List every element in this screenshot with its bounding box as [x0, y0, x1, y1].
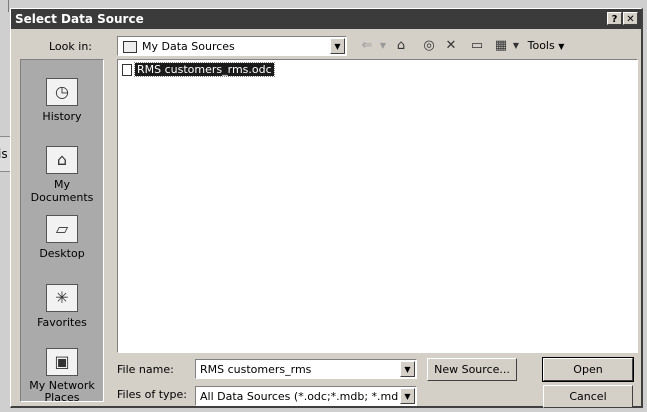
data-sources-folder-icon [123, 41, 137, 53]
background-divider [8, 0, 9, 12]
look-in-dropdown[interactable]: My Data Sources ▼ [117, 36, 347, 56]
place-label: My Documents [30, 178, 94, 204]
place-history[interactable]: ◷ History [21, 78, 103, 123]
file-name-value: RMS customers_rms [200, 363, 312, 376]
chevron-down-icon[interactable]: ▼ [330, 38, 345, 54]
select-data-source-dialog: Select Data Source ? ✕ Look in: My Data … [10, 8, 643, 408]
chevron-down-icon[interactable]: ▼ [400, 388, 415, 404]
places-bar: ◷ History ⌂ My Documents ▱ Desktop ✳ Fav… [20, 59, 104, 404]
tools-menu[interactable]: Tools ▼ [523, 37, 569, 55]
look-in-value: My Data Sources [142, 40, 235, 53]
place-label: Favorites [37, 316, 87, 329]
dialog-title: Select Data Source [15, 12, 144, 26]
place-label: Desktop [39, 247, 85, 260]
up-one-level-icon[interactable]: ⌂ [391, 37, 411, 55]
files-of-type-value: All Data Sources (*.odc;*.mdb; *.mde;* [200, 390, 398, 403]
new-folder-icon[interactable]: ▭ [467, 37, 487, 55]
network-places-icon: ▣ [46, 348, 78, 376]
desktop-icon: ▱ [46, 215, 78, 243]
files-of-type-dropdown[interactable]: All Data Sources (*.odc;*.mdb; *.mde;* ▼ [195, 386, 417, 406]
my-documents-icon: ⌂ [46, 146, 78, 174]
back-icon[interactable]: ⇐ [357, 37, 377, 55]
favorites-icon: ✳ [46, 284, 78, 312]
place-label: History [42, 110, 82, 123]
tools-label: Tools [527, 39, 555, 52]
look-in-label: Look in: [49, 40, 92, 53]
views-icon[interactable]: ▦ [491, 37, 511, 55]
files-of-type-label: Files of type: [117, 388, 188, 401]
help-button[interactable]: ? [607, 12, 622, 25]
tools-chevron-icon: ▼ [558, 42, 565, 51]
file-list[interactable]: RMS customers_rms.odc [117, 59, 638, 353]
file-name-text: RMS customers_rms.odc [134, 62, 275, 77]
open-button[interactable]: Open [542, 357, 634, 382]
file-name-input[interactable]: RMS customers_rms ▼ [195, 359, 417, 379]
place-my-network-places[interactable]: ▣ My Network Places [21, 348, 103, 404]
history-icon: ◷ [46, 78, 78, 106]
cancel-button[interactable]: Cancel [543, 385, 633, 408]
place-my-documents[interactable]: ⌂ My Documents [21, 146, 103, 204]
new-source-button[interactable]: New Source... [427, 358, 517, 381]
place-desktop[interactable]: ▱ Desktop [21, 215, 103, 260]
search-web-icon[interactable]: ◎ [419, 37, 439, 55]
close-button[interactable]: ✕ [623, 12, 638, 25]
back-dropdown-icon[interactable]: ▼ [378, 37, 388, 55]
delete-icon[interactable]: ✕ [441, 37, 461, 55]
place-label: My Network Places [29, 379, 95, 404]
place-favorites[interactable]: ✳ Favorites [21, 284, 103, 329]
file-name-label: File name: [117, 363, 174, 376]
views-dropdown-icon[interactable]: ▼ [511, 37, 521, 55]
odc-file-icon [122, 64, 132, 76]
title-bar: Select Data Source ? ✕ [11, 9, 641, 29]
chevron-down-icon[interactable]: ▼ [400, 361, 415, 377]
